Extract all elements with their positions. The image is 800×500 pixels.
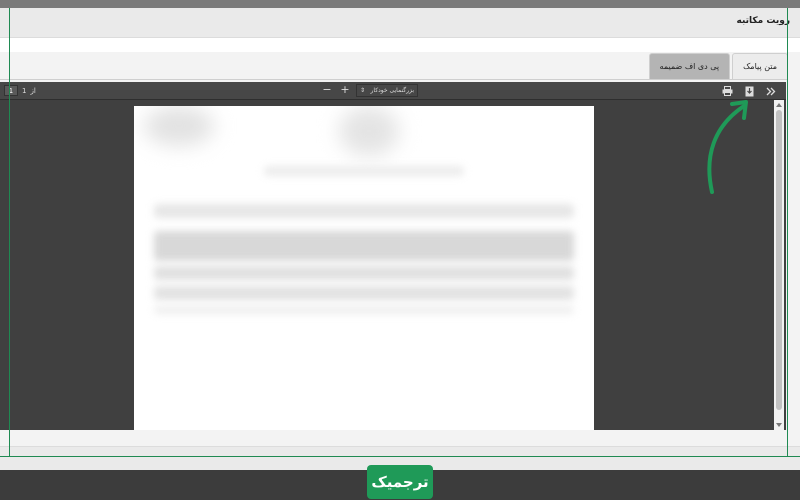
zoom-select[interactable]: بزرگنمایی خودکار ⇕ [356, 84, 418, 97]
page-of-label: از [30, 86, 36, 95]
zoom-in-button[interactable]: + [338, 84, 352, 97]
annotation-arrow-icon [707, 100, 748, 194]
blurred-line [154, 231, 574, 261]
blurred-line [154, 266, 574, 280]
dialog-header: رویت مکاتبه [0, 8, 800, 38]
scroll-up-icon[interactable] [776, 103, 782, 107]
guide-line [0, 456, 800, 457]
scroll-down-icon[interactable] [776, 423, 782, 427]
background-page-top [0, 0, 800, 8]
zoom-out-button[interactable]: − [320, 84, 334, 97]
chevron-updown-icon: ⇕ [360, 87, 366, 94]
tab-attached-pdf[interactable]: پی دی اف ضمیمه [648, 53, 731, 79]
dialog: رویت مکاتبه متن پیامک پی دی اف ضمیمه 1 1… [0, 8, 800, 470]
blurred-heading [264, 166, 464, 176]
guide-line [787, 8, 788, 456]
scroll-thumb[interactable] [776, 110, 782, 410]
dialog-title: رویت مکاتبه [736, 16, 790, 26]
blurred-emblem [339, 106, 399, 156]
blurred-line [154, 286, 574, 300]
double-chevron-icon[interactable] [764, 84, 778, 98]
pdf-page [134, 106, 594, 430]
tab-sms-text[interactable]: متن پیامک [732, 53, 788, 79]
dialog-content-top [0, 38, 800, 52]
zoom-select-label: بزرگنمایی خودکار [370, 87, 414, 94]
pdf-toolbar: 1 1 از − + بزرگنمایی خودکار ⇕ [0, 82, 786, 100]
blurred-logo [144, 106, 214, 146]
blurred-line [154, 204, 574, 218]
document-area[interactable] [0, 100, 786, 430]
total-pages-label: 1 [22, 86, 27, 95]
blurred-line [154, 306, 574, 314]
tab-bar: متن پیامک پی دی اف ضمیمه [648, 53, 788, 79]
guide-line [9, 8, 10, 456]
zoom-controls: − + بزرگنمایی خودکار ⇕ [320, 84, 418, 97]
current-page-input[interactable]: 1 [4, 85, 18, 96]
pdf-viewer: 1 1 از − + بزرگنمایی خودکار ⇕ [0, 82, 786, 430]
watermark-logo: ترجمیک [367, 465, 433, 499]
vertical-scrollbar[interactable] [774, 100, 784, 430]
